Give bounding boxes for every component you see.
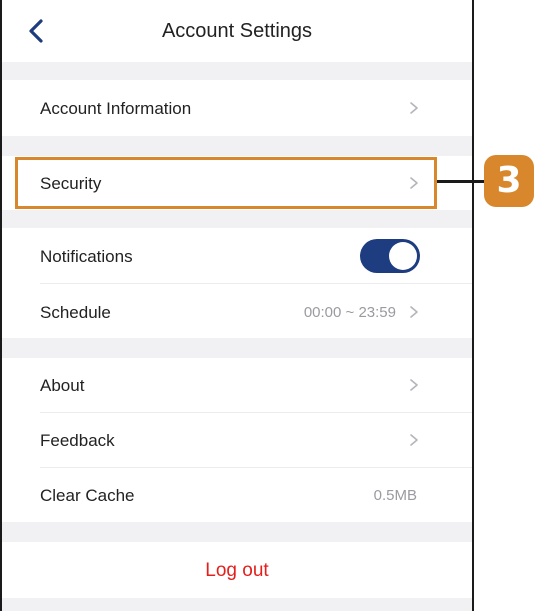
chevron-right-icon — [410, 306, 418, 318]
account-information-row[interactable]: Account Information — [2, 80, 472, 136]
chevron-right-icon — [410, 177, 418, 189]
toggle-knob — [389, 242, 417, 270]
chevron-right-icon — [410, 434, 418, 446]
logout-row: Log out — [2, 542, 472, 598]
notifications-label: Notifications — [40, 247, 133, 266]
feedback-label: Feedback — [40, 431, 115, 450]
feedback-row[interactable]: Feedback — [2, 413, 472, 467]
step-number-badge: 3 — [484, 155, 534, 207]
section-gap — [2, 136, 472, 156]
notifications-toggle[interactable] — [360, 239, 420, 273]
schedule-row[interactable]: Schedule 00:00 ~ 23:59 — [2, 284, 472, 338]
notifications-row: Notifications — [2, 228, 472, 284]
section-gap — [2, 522, 472, 542]
about-label: About — [40, 376, 85, 395]
about-row[interactable]: About — [2, 358, 472, 412]
cache-size-value: 0.5MB — [373, 487, 417, 504]
clear-cache-label: Clear Cache — [40, 486, 135, 505]
security-row[interactable]: Security — [2, 156, 472, 210]
logout-button[interactable]: Log out — [2, 560, 472, 582]
header-bar: Account Settings — [2, 0, 472, 62]
section-gap — [2, 62, 472, 80]
phone-frame: Account Settings Account Information Sec… — [0, 0, 474, 611]
clear-cache-row[interactable]: Clear Cache 0.5MB — [2, 468, 472, 522]
section-gap — [2, 598, 472, 611]
security-label: Security — [40, 174, 102, 193]
section-gap — [2, 210, 472, 228]
schedule-value: 00:00 ~ 23:59 — [303, 304, 396, 321]
schedule-label: Schedule — [40, 303, 111, 322]
chevron-right-icon — [410, 102, 418, 114]
callout-connector-line — [437, 180, 491, 183]
section-gap — [2, 338, 472, 358]
page-title: Account Settings — [161, 20, 313, 42]
account-information-label: Account Information — [40, 99, 192, 118]
chevron-right-icon — [410, 379, 418, 391]
